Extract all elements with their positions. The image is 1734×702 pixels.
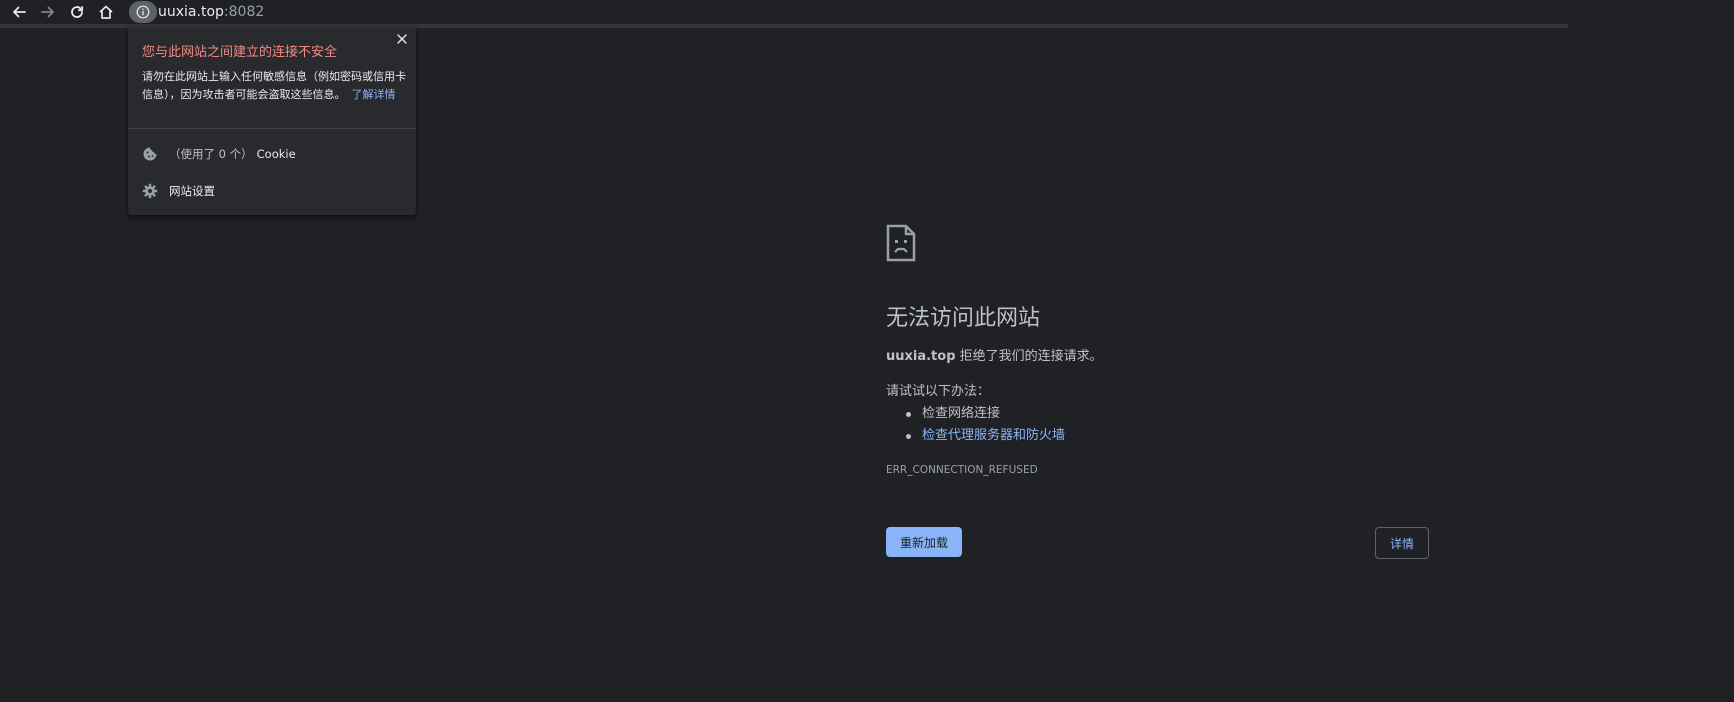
reload-button[interactable]: 重新加载 <box>886 527 962 557</box>
cookie-icon <box>143 147 157 161</box>
learn-more-link[interactable]: 了解详情 <box>352 88 396 101</box>
arrow-left-icon <box>13 6 26 18</box>
url-port: :8082 <box>223 4 265 20</box>
error-summary-text: 拒绝了我们的连接请求。 <box>955 349 1103 364</box>
list-bullet <box>906 434 911 439</box>
forward-button[interactable] <box>36 1 60 23</box>
browser-toolbar: uuxia.top:8082 <box>0 0 1568 24</box>
details-button[interactable]: 详情 <box>1375 527 1429 559</box>
list-bullet <box>906 412 911 417</box>
suggestion-check-proxy: 检查代理服务器和防火墙 <box>886 425 1065 447</box>
home-icon <box>99 5 113 19</box>
url-host: uuxia.top <box>158 4 224 20</box>
cookie-count: （使用了 0 个） <box>169 147 253 161</box>
suggestions-list: 检查网络连接 检查代理服务器和防火墙 <box>886 403 1065 447</box>
error-host: uuxia.top <box>886 349 956 364</box>
connection-warning-title: 您与此网站之间建立的连接不安全 <box>142 45 338 60</box>
site-info-popup: 您与此网站之间建立的连接不安全 请勿在此网站上输入任何敏感信息（例如密码或信用卡… <box>128 28 416 215</box>
site-settings-row[interactable]: 网站设置 <box>128 179 416 203</box>
suggestion-check-network: 检查网络连接 <box>886 403 1065 425</box>
cookies-row[interactable]: （使用了 0 个） Cookie <box>128 142 416 166</box>
error-code: ERR_CONNECTION_REFUSED <box>886 464 1038 476</box>
error-summary: uuxia.top 拒绝了我们的连接请求。 <box>886 348 1103 366</box>
sad-page-icon <box>886 224 916 262</box>
reload-page-button[interactable] <box>65 1 89 23</box>
arrow-right-icon <box>41 6 54 18</box>
back-button[interactable] <box>7 1 31 23</box>
address-bar[interactable]: uuxia.top:8082 <box>158 3 264 21</box>
check-proxy-firewall-link[interactable]: 检查代理服务器和防火墙 <box>922 428 1065 443</box>
reload-icon <box>71 6 84 18</box>
popup-close-button[interactable] <box>394 31 410 47</box>
suggestion-text: 检查网络连接 <box>922 406 1001 421</box>
cookie-label: Cookie <box>256 147 296 161</box>
site-settings-label: 网站设置 <box>169 184 215 198</box>
error-title: 无法访问此网站 <box>886 306 1041 331</box>
info-icon <box>136 5 150 19</box>
connection-warning-description: 请勿在此网站上输入任何敏感信息（例如密码或信用卡信息），因为攻击者可能会盗取这些… <box>142 68 408 104</box>
site-info-button[interactable] <box>129 1 157 23</box>
suggestions-heading: 请试试以下办法： <box>886 384 991 399</box>
gear-icon <box>142 183 158 199</box>
popup-divider <box>128 128 416 129</box>
close-icon <box>397 34 407 44</box>
home-button[interactable] <box>94 1 118 23</box>
